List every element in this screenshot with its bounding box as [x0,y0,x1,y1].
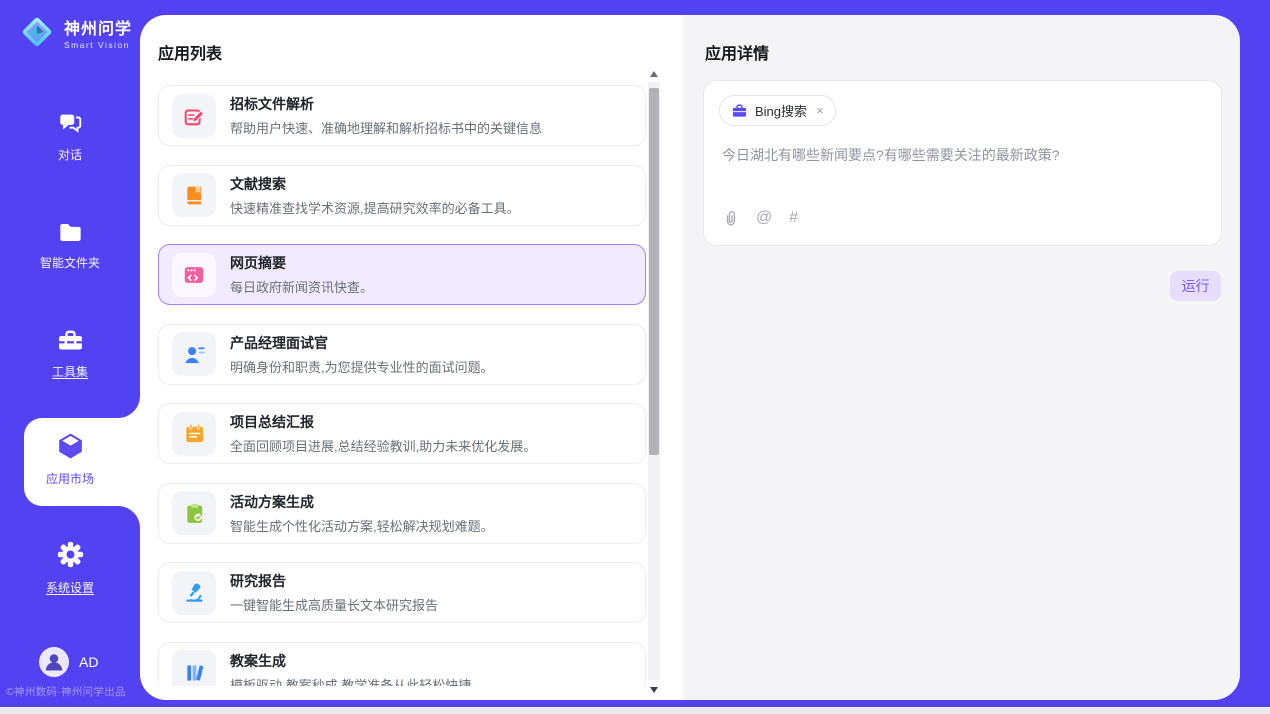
sidebar-item-label: 系统设置 [0,579,140,596]
app-card-title: 网页摘要 [230,253,373,273]
tool-chip-label: Bing搜索 [755,101,807,120]
sidebar-item-label: 工具集 [0,363,140,380]
app-card-desc: 智能生成个性化活动方案,轻松解决规划难题。 [230,516,494,535]
input-toolbar: @ # [722,209,798,227]
briefcase-icon [731,103,748,119]
app-card-desc: 明确身份和职责,为您提供专业性的面试问题。 [230,357,494,376]
app-card-desc: 全面回顾项目进展,总结经验教训,助力未来优化发展。 [230,436,536,455]
scrollbar-up-icon[interactable] [650,71,658,77]
app-card-title: 招标文件解析 [230,94,542,114]
app-card-title: 教案生成 [230,651,471,671]
app-card-list: 招标文件解析 帮助用户快速、准确地理解和解析招标书中的关键信息 文献搜索 [158,85,646,686]
cube-icon [55,431,86,461]
user-account[interactable]: AD [39,647,98,677]
scrollbar-down-icon[interactable] [650,687,658,693]
toolbox-icon [56,326,85,353]
app-list-panel: 应用列表 招标文件解析 帮助用户快速、准确地理解和解析招标书中的关键信息 [140,15,683,700]
sidebar-item-app-market[interactable]: 应用市场 [0,431,140,487]
app-card-desc: 每日政府新闻资讯快查。 [230,277,373,296]
app-detail-title: 应用详情 [705,40,769,64]
app-card-desc: 帮助用户快速、准确地理解和解析招标书中的关键信息 [230,118,542,137]
prompt-card: Bing搜索 × 今日湖北有哪些新闻要点?有哪些需要关注的最新政策? @ # [703,80,1222,246]
app-card-activity-plan[interactable]: 活动方案生成 智能生成个性化活动方案,轻松解决规划难题。 [158,483,646,544]
chip-close-icon[interactable]: × [816,103,824,118]
sidebar: 神州问学 Smart Vision 对话 智能文件夹 [0,0,140,707]
sidebar-item-label: 智能文件夹 [0,254,140,271]
app-list-title: 应用列表 [158,40,222,64]
tool-chip-bing-search[interactable]: Bing搜索 × [719,95,836,126]
list-scrollbar[interactable] [648,82,660,680]
app-detail-panel: 应用详情 Bing搜索 × 今日湖北有哪些新闻要点?有哪些需要关注的最新政策? [683,15,1240,700]
sidebar-item-settings[interactable]: 系统设置 [0,540,140,596]
app-card-desc: 一键智能生成高质量长文本研究报告 [230,595,438,614]
app-card-title: 项目总结汇报 [230,412,536,432]
main-content: 应用列表 招标文件解析 帮助用户快速、准确地理解和解析招标书中的关键信息 [140,15,1240,700]
chat-icon [57,110,84,136]
app-window: 神州问学 Smart Vision 对话 智能文件夹 [0,0,1270,714]
brand-tagline: Smart Vision [64,40,132,50]
book-icon [172,173,216,217]
paperclip-icon[interactable] [722,209,739,227]
app-card-lesson-plan[interactable]: 教案生成 模板驱动,教案秒成,教学准备从此轻松快捷 [158,642,646,687]
brand-logo: 神州问学 Smart Vision [18,13,132,51]
copyright-footer: ©神州数码·神州问学出品 [6,684,140,699]
bubble-notch-bottom [118,506,140,528]
avatar [39,647,69,677]
sidebar-item-smart-folder[interactable]: 智能文件夹 [0,220,140,271]
app-card-title: 产品经理面试官 [230,333,494,353]
app-card-desc: 快速精准查找学术资源,提高研究效率的必备工具。 [230,198,520,217]
app-card-literature-search[interactable]: 文献搜索 快速精准查找学术资源,提高研究效率的必备工具。 [158,165,646,226]
diamond-logo-icon [18,13,56,51]
app-card-title: 文献搜索 [230,174,520,194]
app-card-pm-interviewer[interactable]: 产品经理面试官 明确身份和职责,为您提供专业性的面试问题。 [158,324,646,385]
app-card-web-summary[interactable]: 网页摘要 每日政府新闻资讯快查。 [158,244,646,305]
brand-name: 神州问学 [64,15,132,39]
microscope-icon [172,571,216,615]
sidebar-item-label: 对话 [0,146,140,163]
mention-icon[interactable]: @ [756,209,772,227]
hash-icon[interactable]: # [789,209,798,227]
sidebar-item-chat[interactable]: 对话 [0,110,140,163]
interviewer-icon [172,332,216,376]
clipboard-check-icon [172,491,216,535]
sidebar-item-toolset[interactable]: 工具集 [0,326,140,380]
gear-icon [56,540,85,569]
app-card-desc: 模板驱动,教案秒成,教学准备从此轻松快捷 [230,675,471,687]
scrollbar-thumb[interactable] [649,88,659,455]
run-button[interactable]: 运行 [1170,271,1221,301]
books-icon [172,650,216,686]
app-card-project-summary[interactable]: 项目总结汇报 全面回顾项目进展,总结经验教训,助力未来优化发展。 [158,403,646,464]
report-note-icon [172,412,216,456]
sidebar-item-label: 应用市场 [0,470,140,487]
app-card-title: 活动方案生成 [230,492,494,512]
app-card-tender-analysis[interactable]: 招标文件解析 帮助用户快速、准确地理解和解析招标书中的关键信息 [158,85,646,146]
query-input[interactable]: 今日湖北有哪些新闻要点?有哪些需要关注的最新政策? [722,145,1060,165]
bubble-notch-top [118,396,140,418]
edit-document-icon [172,94,216,138]
app-card-research-report[interactable]: 研究报告 一键智能生成高质量长文本研究报告 [158,562,646,623]
folder-icon [57,220,84,244]
user-initials: AD [79,654,98,670]
app-card-title: 研究报告 [230,571,438,591]
webpage-icon [172,253,216,297]
